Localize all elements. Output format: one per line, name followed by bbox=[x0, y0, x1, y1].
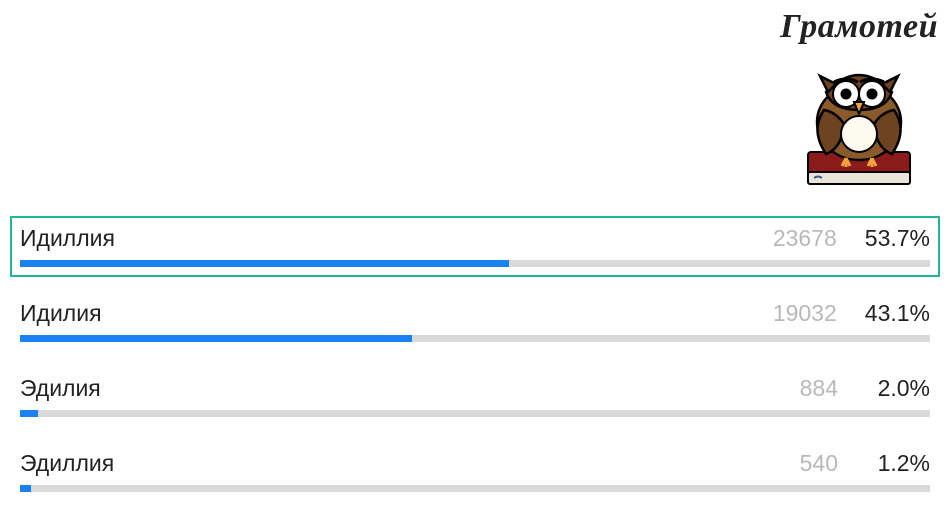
option-count: 540 bbox=[768, 449, 838, 479]
bar-track bbox=[20, 260, 930, 267]
bar-track bbox=[20, 335, 930, 342]
option-count: 19032 bbox=[767, 299, 837, 329]
bar-fill bbox=[20, 410, 38, 417]
option-percent: 2.0% bbox=[866, 374, 930, 404]
result-row[interactable]: Эдилия 884 2.0% bbox=[10, 366, 940, 427]
result-row[interactable]: Идиллия 23678 53.7% bbox=[10, 216, 940, 277]
owl-on-book-icon bbox=[780, 48, 938, 188]
brand-title: Грамотей bbox=[780, 8, 938, 46]
poll-results: Идиллия 23678 53.7% Идилия 19032 43.1% Э… bbox=[10, 216, 940, 516]
option-label: Эдиллия bbox=[20, 449, 768, 479]
bar-fill bbox=[20, 485, 31, 492]
option-label: Идилия bbox=[20, 299, 767, 329]
option-percent: 43.1% bbox=[865, 299, 930, 329]
option-label: Идиллия bbox=[20, 224, 767, 254]
bar-fill bbox=[20, 260, 509, 267]
bar-fill bbox=[20, 335, 412, 342]
result-row[interactable]: Идилия 19032 43.1% bbox=[10, 291, 940, 352]
bar-track bbox=[20, 485, 930, 492]
option-count: 23678 bbox=[767, 224, 837, 254]
option-label: Эдилия bbox=[20, 374, 768, 404]
result-row[interactable]: Эдиллия 540 1.2% bbox=[10, 441, 940, 502]
option-percent: 53.7% bbox=[865, 224, 930, 254]
bar-track bbox=[20, 410, 930, 417]
option-count: 884 bbox=[768, 374, 838, 404]
option-percent: 1.2% bbox=[866, 449, 930, 479]
header: Грамотей bbox=[780, 8, 938, 188]
